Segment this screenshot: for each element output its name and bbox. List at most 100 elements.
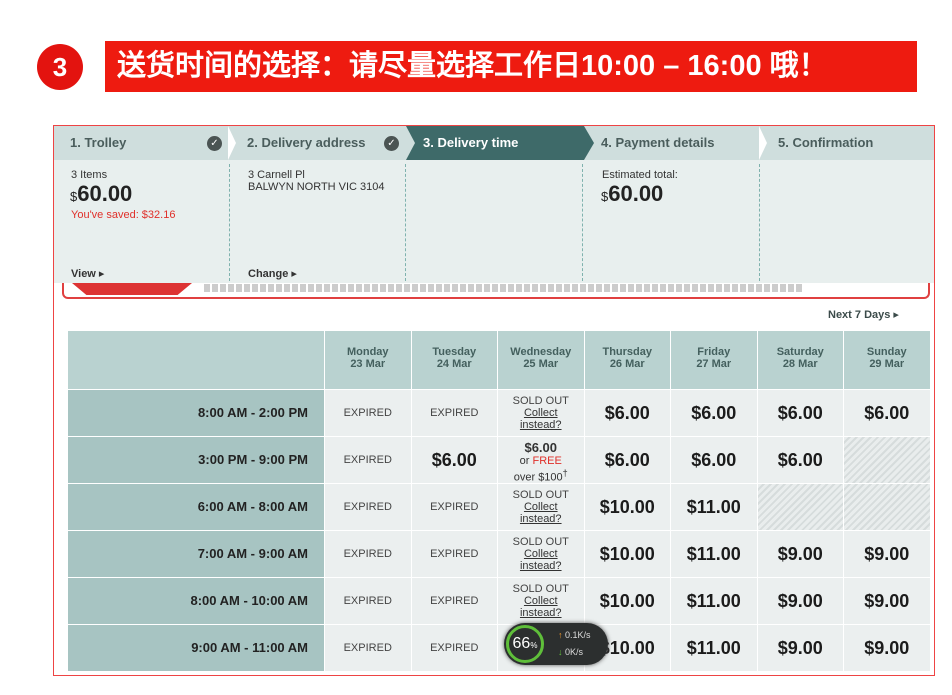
slot-sold-out: SOLD OUT Collect instead? [498, 390, 584, 436]
step-number-badge: 3 [37, 44, 83, 90]
promo-arrow [72, 283, 192, 295]
slot-expired: EXPIRED [411, 531, 497, 577]
speed-percent: 66% [506, 625, 544, 663]
chevron-divider [228, 126, 236, 160]
slot-price[interactable]: $6.00 [671, 390, 757, 436]
day-name: Tuesday [432, 346, 477, 358]
slot-price[interactable]: $9.00 [757, 625, 843, 671]
slot-sold-out: SOLD OUT Collect instead? [498, 531, 584, 577]
step-delivery-address[interactable]: 2. Delivery address [247, 126, 366, 160]
step-trolley[interactable]: 1. Trolley [70, 126, 126, 160]
column-divider [759, 164, 760, 281]
slot-price[interactable]: $10.00 [584, 484, 670, 530]
slot-unavailable [757, 484, 843, 530]
checkout-frame: 1. Trolley ✓ 2. Delivery address ✓ 3. De… [53, 125, 935, 676]
day-name: Thursday [602, 346, 652, 358]
chevron-divider [584, 126, 594, 160]
time-slot-label: 9:00 AM - 11:00 AM [68, 625, 324, 671]
upload-speed: ↑ 0.1K/s [558, 630, 591, 640]
slot-price[interactable]: $9.00 [844, 531, 930, 577]
slot-price[interactable]: $6.00 [584, 437, 670, 483]
slot-price[interactable]: $6.00 [411, 437, 497, 483]
address-line-2: BALWYN NORTH VIC 3104 [248, 181, 385, 193]
column-divider [582, 164, 583, 281]
change-address-link[interactable]: Change ▸ [248, 267, 297, 280]
slot-expired: EXPIRED [325, 390, 411, 436]
day-header: Wednesday 25 Mar [498, 331, 584, 389]
chevron-divider [759, 126, 767, 160]
slot-price: $6.00 [524, 440, 558, 455]
free-label: FREE [532, 455, 562, 467]
day-name: Sunday [866, 346, 907, 358]
checkout-steps: 1. Trolley ✓ 2. Delivery address ✓ 3. De… [54, 126, 934, 283]
time-slot-label: 3:00 PM - 9:00 PM [68, 437, 324, 483]
day-header: Thursday 26 Mar [584, 331, 670, 389]
collect-instead-link[interactable]: Collect instead? [520, 595, 562, 619]
slot-price[interactable]: $11.00 [671, 531, 757, 577]
slot-price[interactable]: $9.00 [757, 531, 843, 577]
slot-expired: EXPIRED [325, 578, 411, 624]
day-header: Tuesday 24 Mar [411, 331, 497, 389]
day-header: Monday 23 Mar [325, 331, 411, 389]
day-name: Monday [346, 346, 389, 358]
slot-price[interactable]: $11.00 [671, 484, 757, 530]
day-date: 28 Mar [782, 358, 818, 370]
slot-price[interactable]: $6.00 [584, 390, 670, 436]
collect-instead-link[interactable]: Collect instead? [520, 407, 562, 431]
chevron-divider [406, 126, 415, 160]
slot-price[interactable]: $10.00 [584, 578, 670, 624]
slot-price[interactable]: $9.00 [757, 578, 843, 624]
step-confirmation[interactable]: 5. Confirmation [778, 126, 873, 160]
slot-price[interactable]: $10.00 [584, 531, 670, 577]
slot-price[interactable]: $11.00 [671, 578, 757, 624]
slot-expired: EXPIRED [411, 578, 497, 624]
day-date: 26 Mar [609, 358, 645, 370]
check-icon: ✓ [384, 136, 399, 151]
day-date: 23 Mar [350, 358, 386, 370]
time-slot-label: 8:00 AM - 10:00 AM [68, 578, 324, 624]
sold-out-label: SOLD OUT [512, 489, 569, 501]
slot-expired: EXPIRED [411, 625, 497, 671]
slot-expired: EXPIRED [325, 437, 411, 483]
day-name: Saturday [776, 346, 824, 358]
slot-expired: EXPIRED [411, 390, 497, 436]
column-divider [229, 164, 230, 281]
day-header: Sunday 29 Mar [844, 331, 930, 389]
time-slot-label: 8:00 AM - 2:00 PM [68, 390, 324, 436]
slot-expired: EXPIRED [325, 625, 411, 671]
slot-free-offer[interactable]: $6.00 or FREE over $100† [498, 437, 584, 484]
trolley-total: $60.00 [70, 181, 133, 206]
slot-price[interactable]: $6.00 [757, 390, 843, 436]
slot-price[interactable]: $6.00 [757, 437, 843, 483]
download-speed: ↓ 0K/s [558, 647, 584, 657]
next-7-days-link[interactable]: Next 7 Days ▸ [828, 308, 899, 321]
slot-unavailable [844, 484, 930, 530]
day-date: 29 Mar [869, 358, 905, 370]
slot-sold-out: SOLD OUT Collect instead? [498, 484, 584, 530]
slot-price[interactable]: $6.00 [844, 390, 930, 436]
step-payment-details[interactable]: 4. Payment details [601, 126, 714, 160]
collect-instead-link[interactable]: Collect instead? [520, 548, 562, 572]
slot-price[interactable]: $9.00 [844, 625, 930, 671]
sold-out-label: SOLD OUT [512, 536, 569, 548]
time-slot-label: 6:00 AM - 8:00 AM [68, 484, 324, 530]
slot-unavailable [844, 437, 930, 483]
step-delivery-time[interactable]: 3. Delivery time [423, 126, 518, 160]
slot-expired: EXPIRED [411, 484, 497, 530]
day-name: Wednesday [510, 346, 572, 358]
view-trolley-link[interactable]: View ▸ [71, 267, 104, 280]
slot-price[interactable]: $11.00 [671, 625, 757, 671]
column-divider [405, 164, 406, 281]
day-header: Saturday 28 Mar [757, 331, 843, 389]
sold-out-label: SOLD OUT [512, 395, 569, 407]
estimated-total: $60.00 [601, 181, 664, 206]
day-date: 25 Mar [523, 358, 559, 370]
day-header: Friday 27 Mar [671, 331, 757, 389]
day-date: 27 Mar [696, 358, 732, 370]
time-slot-label: 7:00 AM - 9:00 AM [68, 531, 324, 577]
network-speed-widget[interactable]: 66% ↑ 0.1K/s ↓ 0K/s [504, 623, 608, 665]
slot-sold-out: SOLD OUT Collect instead? [498, 578, 584, 624]
slot-price[interactable]: $9.00 [844, 578, 930, 624]
collect-instead-link[interactable]: Collect instead? [520, 501, 562, 525]
slot-price[interactable]: $6.00 [671, 437, 757, 483]
